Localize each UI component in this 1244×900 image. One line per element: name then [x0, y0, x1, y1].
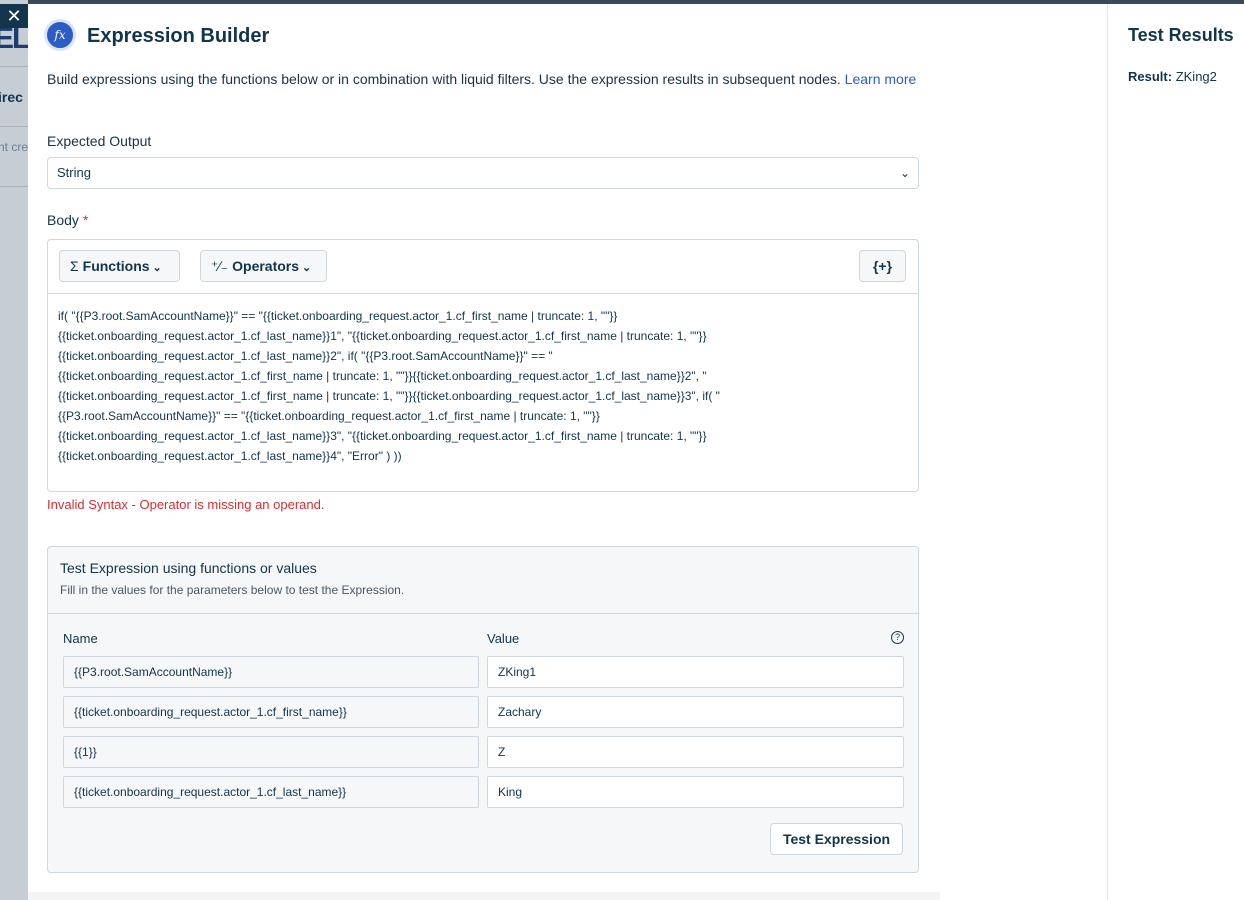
function-icon: fx — [44, 19, 76, 51]
chevron-down-icon: ⌄ — [899, 166, 910, 180]
learn-more-link[interactable]: Learn more — [845, 71, 917, 87]
expected-output-label: Expected Output — [47, 133, 152, 149]
expected-output-value: String — [57, 165, 91, 180]
test-results-panel: Test Results Result: ZKing2 — [1107, 4, 1244, 900]
functions-button-label: Functions — [82, 258, 150, 274]
param-name-field: {{ticket.onboarding_request.actor_1.cf_f… — [63, 696, 479, 728]
param-value-input[interactable]: ZKing1 — [487, 656, 904, 688]
functions-button[interactable]: Σ Functions ⌄ — [59, 250, 180, 282]
test-section-subtitle: Fill in the values for the parameters be… — [60, 583, 405, 597]
background-divider — [0, 126, 28, 127]
operators-button-label: Operators — [232, 258, 300, 274]
param-value-input[interactable]: Z — [487, 736, 904, 768]
panel-footer-shade — [28, 892, 940, 900]
description-text: Build expressions using the functions be… — [47, 71, 845, 87]
operators-button[interactable]: ⁺∕₋ Operators ⌄ — [200, 250, 327, 282]
background-app: EL irec nt cre — [0, 0, 28, 900]
param-name-field: {{1}} — [63, 736, 479, 768]
param-value-input[interactable]: King — [487, 776, 904, 808]
error-message: Invalid Syntax - Operator is missing an … — [47, 497, 325, 512]
test-expression-button[interactable]: Test Expression — [770, 823, 903, 855]
test-results-title: Test Results — [1128, 25, 1234, 45]
required-mark: * — [82, 212, 89, 228]
test-section-title: Test Expression using functions or value… — [60, 560, 317, 576]
chevron-down-icon: ⌄ — [302, 262, 312, 274]
expected-output-select[interactable]: String ⌄ — [47, 157, 919, 189]
page-title: Expression Builder — [87, 25, 270, 47]
close-button[interactable]: ✕ — [0, 4, 28, 28]
param-name-field: {{P3.root.SamAccountName}} — [63, 656, 479, 688]
value-column-header: Value — [487, 631, 520, 646]
result-label: Result: — [1128, 69, 1173, 84]
result-line: Result: ZKing2 — [1128, 69, 1217, 84]
expression-textarea[interactable]: if( "{{P3.root.SamAccountName}}" == "{{t… — [58, 306, 908, 466]
param-value-input[interactable]: Zachary — [487, 696, 904, 728]
body-label: Body * — [47, 212, 88, 228]
close-icon: ✕ — [6, 6, 22, 26]
result-value: ZKing2 — [1175, 69, 1217, 84]
description: Build expressions using the functions be… — [47, 71, 927, 88]
help-icon[interactable]: ? — [891, 631, 904, 644]
test-section-header: Test Expression using functions or value… — [48, 547, 918, 614]
expression-editor: Σ Functions ⌄ ⁺∕₋ Operators ⌄ {+} if( "{{P3.… — [47, 239, 919, 492]
editor-toolbar: Σ Functions ⌄ ⁺∕₋ Operators ⌄ {+} — [48, 240, 918, 294]
name-column-header: Name — [63, 631, 98, 646]
test-expression-section: Test Expression using functions or value… — [47, 546, 919, 873]
insert-placeholder-button[interactable]: {+} — [859, 250, 906, 282]
background-divider — [0, 186, 28, 187]
plus-minus-icon: ⁺∕₋ — [211, 258, 229, 274]
expression-builder-panel: fx Expression Builder Build expressions … — [28, 4, 1108, 900]
param-name-field: {{ticket.onboarding_request.actor_1.cf_l… — [63, 776, 479, 808]
background-heading: irec — [0, 89, 23, 105]
background-divider — [0, 66, 28, 67]
sigma-icon: Σ — [70, 258, 79, 274]
chevron-down-icon: ⌄ — [152, 262, 162, 274]
background-text: nt cre — [0, 140, 28, 154]
body-label-text: Body — [47, 212, 79, 228]
